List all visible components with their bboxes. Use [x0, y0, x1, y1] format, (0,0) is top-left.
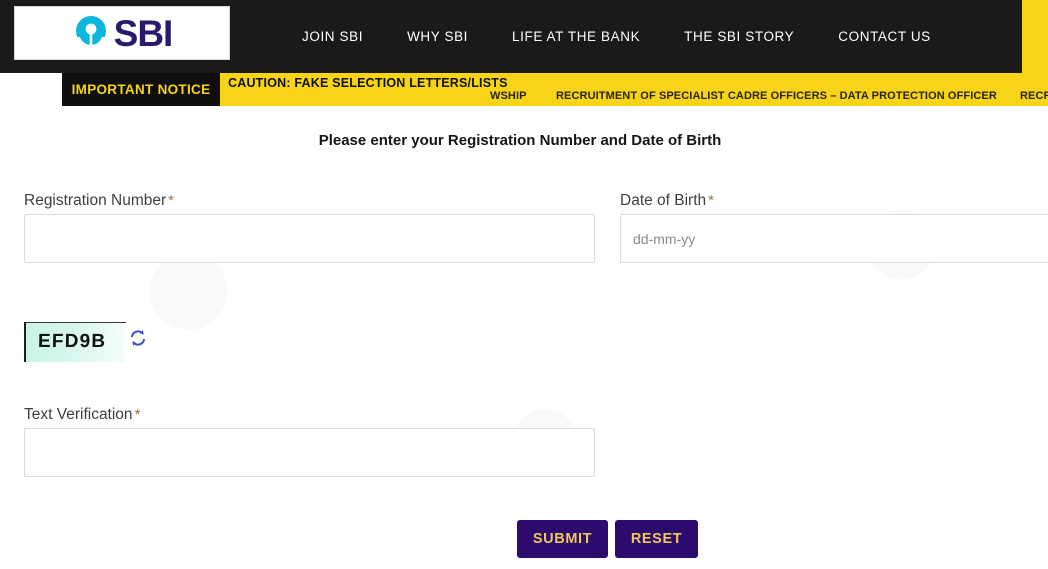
- captcha-image: EFD9B: [24, 322, 126, 362]
- date-of-birth-label: Date of Birth *: [620, 192, 714, 210]
- captcha-code-text: EFD9B: [37, 331, 107, 352]
- sbi-keyhole-logo-icon: [72, 14, 110, 52]
- nav-item-life-at-the-bank[interactable]: LIFE AT THE BANK: [490, 29, 662, 44]
- important-notice-badge: IMPORTANT NOTICE: [62, 73, 220, 106]
- captcha-group: EFD9B: [24, 322, 145, 366]
- required-asterisk: *: [134, 406, 141, 423]
- ticker-item[interactable]: WSHIP: [490, 90, 527, 102]
- sbi-logo-text: SBI: [113, 12, 174, 54]
- form-title: Please enter your Registration Number an…: [318, 132, 722, 149]
- refresh-icon: [128, 330, 148, 351]
- submit-button[interactable]: SUBMIT: [517, 520, 608, 558]
- nav-item-the-sbi-story[interactable]: THE SBI STORY: [662, 29, 816, 44]
- header-right-yellow-strip: [1022, 0, 1048, 73]
- site-header: SBI JOIN SBI WHY SBI LIFE AT THE BANK TH…: [0, 0, 1022, 73]
- text-verification-input[interactable]: [24, 428, 595, 477]
- nav-item-join-sbi[interactable]: JOIN SBI: [280, 29, 385, 44]
- ticker-item[interactable]: RECR: [1020, 90, 1048, 102]
- news-ticker: WSHIP RECRUITMENT OF SPECIALIST CADRE OF…: [220, 90, 1048, 106]
- required-asterisk: *: [168, 192, 174, 209]
- notice-bar: IMPORTANT NOTICE CAUTION: FAKE SELECTION…: [0, 73, 1048, 106]
- background-watermark: [0, 106, 1048, 569]
- ticker-item[interactable]: RECRUITMENT OF SPECIALIST CADRE OFFICERS…: [556, 90, 997, 102]
- caution-text: CAUTION: FAKE SELECTION LETTERS/LISTS: [228, 76, 508, 90]
- registration-number-input[interactable]: [24, 214, 595, 263]
- nav-item-why-sbi[interactable]: WHY SBI: [385, 29, 490, 44]
- main-nav: JOIN SBI WHY SBI LIFE AT THE BANK THE SB…: [280, 0, 953, 73]
- text-verification-label-text: Text Verification: [24, 406, 133, 423]
- date-of-birth-label-text: Date of Birth: [620, 192, 707, 209]
- nav-item-contact-us[interactable]: CONTACT US: [816, 29, 953, 44]
- registration-form-area: Please enter your Registration Number an…: [0, 106, 1048, 569]
- registration-number-label-text: Registration Number: [24, 192, 167, 209]
- page-root: SBI JOIN SBI WHY SBI LIFE AT THE BANK TH…: [0, 0, 1048, 569]
- text-verification-label: Text Verification *: [24, 406, 140, 424]
- sbi-logo[interactable]: SBI: [14, 6, 230, 60]
- registration-number-label: Registration Number *: [24, 192, 174, 210]
- notice-marquee-area: CAUTION: FAKE SELECTION LETTERS/LISTS WS…: [220, 73, 1048, 106]
- required-asterisk: *: [708, 192, 714, 209]
- reset-button[interactable]: RESET: [615, 520, 698, 558]
- refresh-captcha-button[interactable]: [128, 328, 148, 348]
- notice-left-gap: [0, 73, 62, 106]
- captcha-top-rule: [26, 322, 126, 323]
- date-of-birth-input[interactable]: [620, 214, 1048, 263]
